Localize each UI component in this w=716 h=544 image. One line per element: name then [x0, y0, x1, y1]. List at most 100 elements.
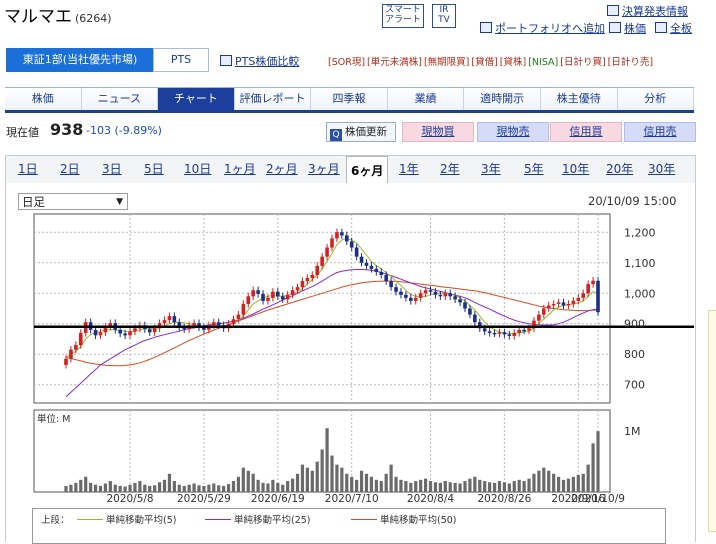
volume-bar — [226, 484, 231, 492]
candle-body — [413, 297, 418, 301]
volume-bar — [98, 485, 103, 492]
volume-bar — [310, 470, 314, 492]
candle-body — [591, 280, 595, 285]
date-tick-label: 2020/5/8 — [106, 493, 153, 505]
volume-bar — [419, 479, 423, 492]
volume-bar — [547, 470, 551, 492]
volume-bar — [345, 473, 349, 492]
candle-body — [246, 296, 251, 304]
candle-body — [551, 303, 556, 306]
candle-body — [295, 287, 300, 291]
candle-body — [256, 290, 260, 294]
legend-swatch — [351, 519, 377, 520]
candle-body — [98, 332, 103, 336]
candle-body — [133, 328, 137, 332]
candle-body — [310, 274, 315, 279]
volume-bar — [566, 478, 571, 492]
candle-body — [266, 297, 270, 301]
volume-bar — [552, 473, 556, 492]
volume-bar — [290, 478, 295, 492]
legend-swatch — [77, 519, 103, 520]
candle-body — [74, 345, 78, 350]
candle-body — [394, 287, 398, 292]
volume-bar — [315, 461, 319, 492]
volume-bar — [93, 484, 98, 492]
candle-body — [546, 305, 551, 309]
candle-body — [369, 265, 374, 269]
volume-bar — [433, 482, 438, 492]
candle-body — [517, 329, 521, 333]
candle-body — [497, 332, 502, 334]
price-tick-label: 700 — [624, 379, 645, 392]
candle-body — [556, 302, 561, 304]
volume-bar — [157, 482, 162, 492]
volume-bar — [478, 479, 482, 492]
candle-body — [78, 332, 83, 346]
candle-body — [271, 291, 275, 298]
candle-body — [428, 290, 433, 292]
volume-bar — [202, 485, 206, 492]
volume-bar — [517, 479, 521, 492]
volume-bar — [483, 481, 487, 492]
date-axis-labels: 2020/5/8 2020/5/29 2020/6/19 2020/7/10 2020/… — [106, 493, 624, 505]
candle-body — [152, 328, 157, 333]
volume-bar — [576, 474, 580, 492]
volume-bar — [488, 482, 492, 492]
volume-bar — [542, 467, 546, 492]
candle-body — [522, 329, 526, 332]
volume-bar — [320, 449, 324, 492]
candle-body — [93, 329, 98, 336]
candle-body — [399, 291, 403, 295]
price-tick-label: 800 — [624, 348, 645, 361]
candlesticks — [64, 228, 600, 369]
legend-ma25: 単純移動平均(25) — [205, 512, 311, 526]
ma5-line — [65, 237, 599, 358]
volume-bar — [369, 476, 374, 492]
volume-bar — [89, 482, 93, 492]
volume-bar — [172, 481, 176, 492]
candle-body — [374, 268, 379, 272]
moving-average-lines — [65, 237, 599, 398]
volume-bar — [103, 483, 108, 492]
volume-unit-label: 単位: M — [37, 413, 70, 425]
candle-body — [147, 329, 152, 333]
volume-bar — [443, 481, 447, 492]
candle-body — [69, 349, 73, 359]
candle-body — [354, 247, 359, 257]
candle-body — [433, 291, 438, 295]
volume-bar — [438, 482, 442, 492]
volume-bar — [69, 484, 73, 492]
candle-body — [300, 281, 305, 288]
volume-bar — [305, 467, 309, 492]
volume-bar — [502, 482, 507, 492]
volume-bar — [379, 481, 383, 492]
candle-body — [325, 247, 329, 257]
candle-body — [330, 238, 334, 248]
price-tick-label: 1,100 — [624, 257, 656, 270]
date-tick-label: 2020/6/19 — [251, 493, 305, 505]
volume-bar — [123, 486, 127, 492]
indicator-legend: 上段： 単純移動平均(5) 単純移動平均(25) 単純移動平均(50) — [32, 508, 666, 544]
stock-chart: 700 800 900 1,000 1,100 1,200 単位: M 1M 2020/5/… — [33, 213, 694, 505]
candle-body — [349, 241, 354, 248]
volume-bar — [138, 481, 142, 492]
candle-body — [192, 323, 196, 326]
volume-bar — [246, 470, 250, 492]
candle-body — [453, 296, 457, 300]
legend-swatch — [205, 519, 231, 520]
volume-bar — [143, 484, 147, 492]
price-tick-label: 1,200 — [624, 226, 656, 239]
volume-bar — [453, 482, 457, 492]
candle-body — [507, 334, 512, 336]
price-axis-labels: 700 800 900 1,000 1,100 1,200 — [624, 226, 656, 391]
volume-bar — [79, 479, 83, 492]
candle-body — [241, 303, 246, 315]
volume-bar — [507, 483, 511, 492]
candle-body — [537, 314, 541, 321]
candle-body — [276, 291, 280, 297]
volume-bar — [335, 464, 339, 492]
volume-bar — [217, 485, 221, 492]
candle-body — [216, 322, 221, 326]
candle-body — [492, 332, 497, 335]
candle-body — [423, 290, 428, 294]
